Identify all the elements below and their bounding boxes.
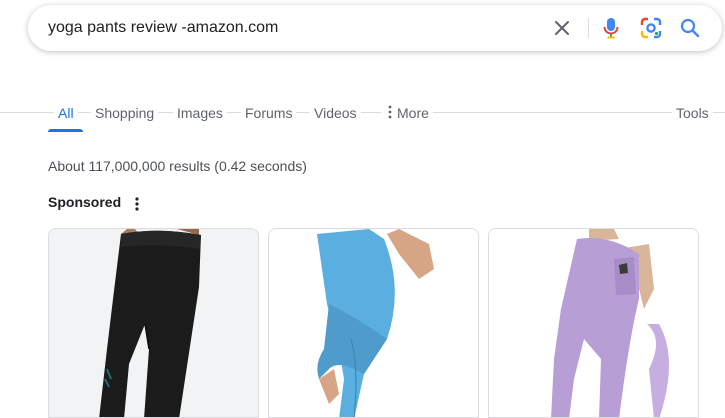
black-yoga-pants-image [49,229,258,417]
tab-shopping[interactable]: Shopping [91,104,159,124]
search-box[interactable] [28,5,722,51]
tools-button[interactable]: Tools [672,104,713,124]
product-card[interactable] [268,228,479,418]
blue-yoga-pants-image [269,229,478,417]
search-divider [588,18,589,38]
search-input[interactable] [48,17,528,39]
search-icon[interactable] [678,16,702,40]
sponsored-label: Sponsored [48,194,122,210]
lens-icon[interactable] [639,16,663,40]
tab-more-label: More [397,105,429,121]
tab-videos[interactable]: Videos [310,104,361,124]
tab-more[interactable]: More [381,104,433,124]
product-card[interactable] [488,228,699,418]
results-stats: About 117,000,000 results (0.42 seconds) [48,158,307,174]
tab-forums[interactable]: Forums [241,104,297,124]
vertical-dots-icon [388,105,392,119]
tab-images[interactable]: Images [173,104,227,124]
purple-yoga-pants-image [489,229,698,417]
close-icon[interactable] [550,16,574,40]
vertical-dots-icon[interactable] [131,196,143,212]
active-tab-indicator [48,129,83,132]
product-card[interactable] [48,228,259,418]
mic-icon[interactable] [599,16,623,40]
tab-all[interactable]: All [54,104,78,124]
